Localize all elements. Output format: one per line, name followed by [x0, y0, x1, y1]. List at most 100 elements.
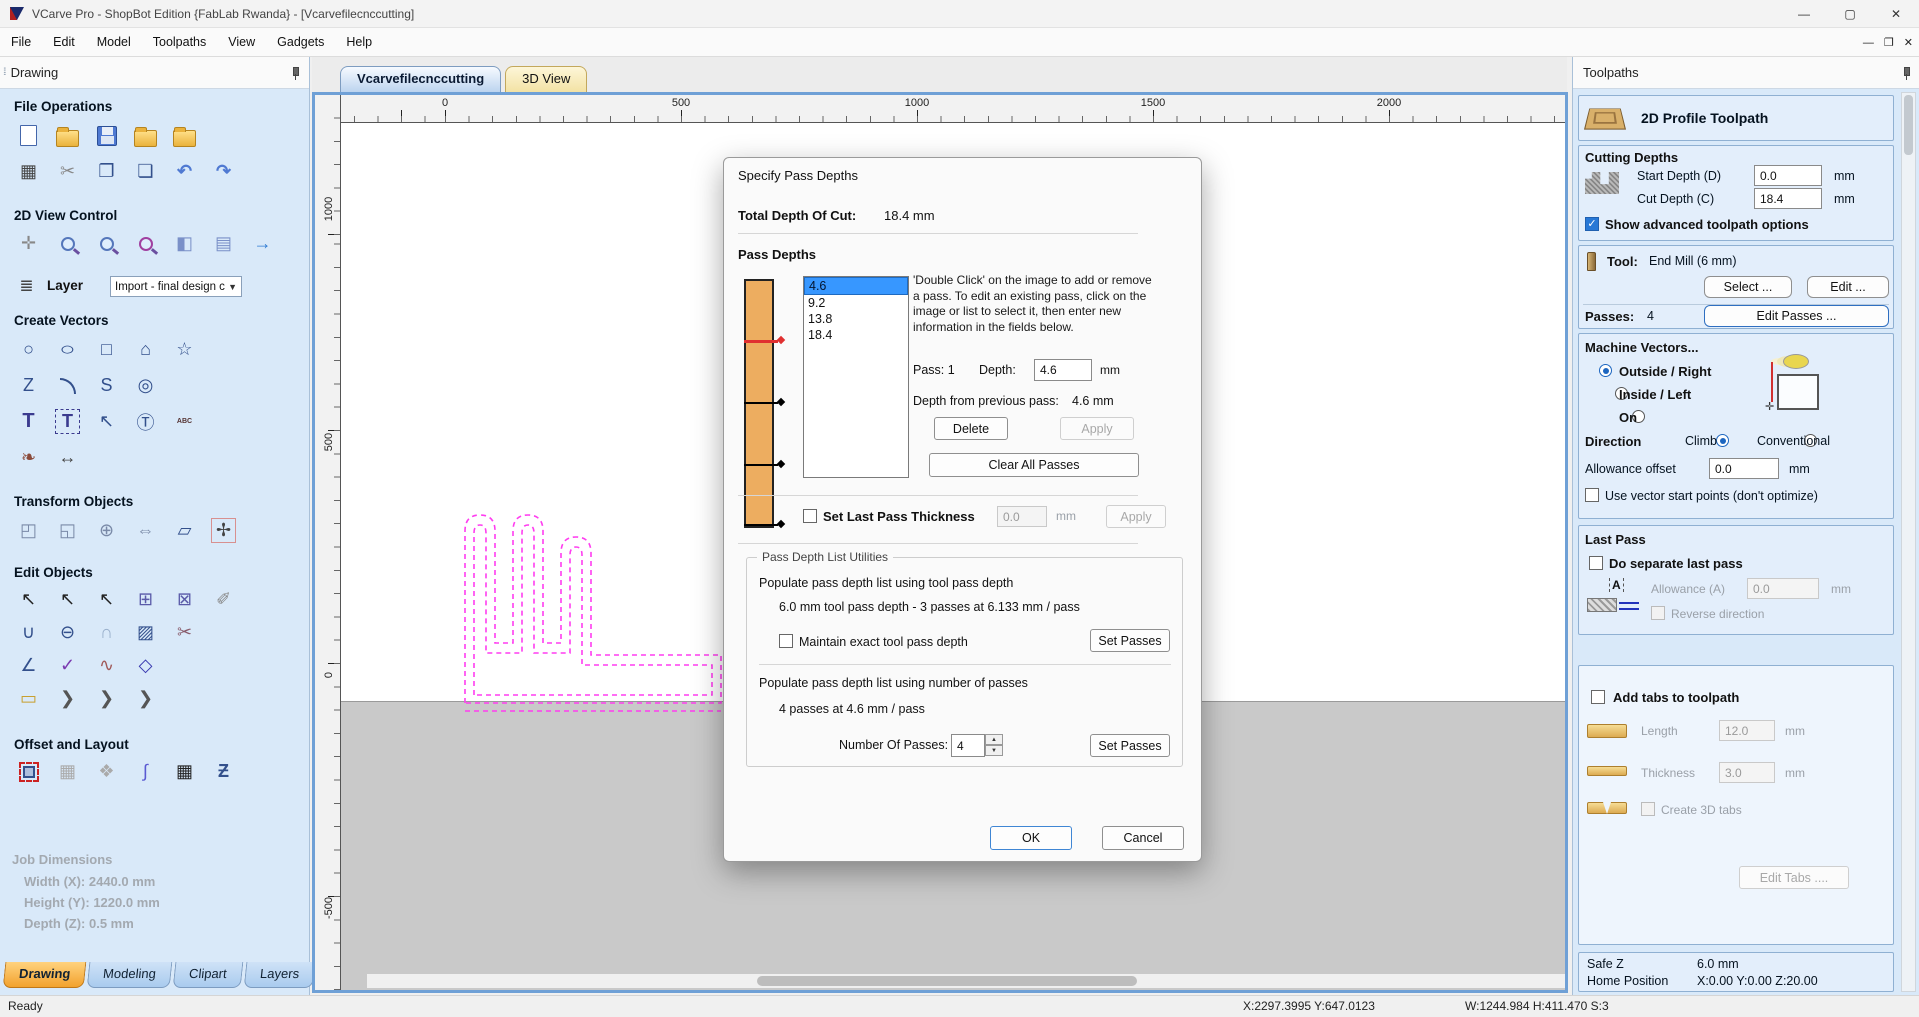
mdi-close-button[interactable]: ✕ — [1904, 36, 1913, 49]
pass-list-item[interactable]: 4.6 — [804, 277, 908, 295]
layer-dropdown[interactable]: Import - final design c ▼ — [110, 276, 242, 297]
draw-polyline-icon[interactable]: Z — [16, 373, 41, 398]
draw-star-icon[interactable]: ☆ — [172, 337, 197, 362]
fit-arc-icon[interactable]: ∠ — [16, 653, 41, 678]
toolpaths-pin-icon[interactable] — [1899, 66, 1913, 80]
climb-radio[interactable] — [1716, 434, 1730, 447]
job-setup-icon[interactable]: ▦ — [16, 159, 41, 184]
mdi-minimize-button[interactable]: — — [1863, 37, 1874, 49]
redo-icon[interactable]: ↷ — [211, 159, 236, 184]
edit-passes-button[interactable]: Edit Passes ... — [1704, 305, 1889, 327]
set-passes-tool-button[interactable]: Set Passes — [1090, 629, 1170, 652]
tab-modeling[interactable]: Modeling — [86, 962, 173, 988]
mdi-restore-button[interactable]: ❐ — [1884, 36, 1894, 49]
node-edit-tool-icon[interactable]: ↖ — [55, 587, 80, 612]
trace-bitmap-icon[interactable]: ❧ — [16, 445, 41, 470]
trim-vectors-icon[interactable]: ∩ — [94, 620, 119, 645]
add-tabs-checkbox[interactable] — [1591, 690, 1605, 704]
weld-vectors-icon[interactable]: ∪ — [16, 620, 41, 645]
cancel-button[interactable]: Cancel — [1102, 826, 1184, 850]
panel-drag-handle[interactable]: ⁞⁞ — [3, 67, 6, 78]
menu-help[interactable]: Help — [335, 28, 383, 57]
copy-along-path-icon[interactable]: ∫ — [133, 759, 158, 784]
reverse-direction-checkbox[interactable] — [1651, 606, 1665, 620]
horizontal-scrollbar[interactable] — [367, 974, 1565, 988]
group-objects-icon[interactable]: ⊞ — [133, 587, 158, 612]
menu-model[interactable]: Model — [86, 28, 142, 57]
move-to-center-icon[interactable]: ✢ — [211, 518, 236, 543]
tab-thickness-input[interactable]: 3.0 — [1719, 762, 1775, 783]
zoom-icon[interactable] — [55, 231, 80, 256]
interactive-move-icon[interactable]: ↖ — [94, 587, 119, 612]
circular-copy-icon[interactable]: ❖ — [94, 759, 119, 784]
set-last-pass-checkbox[interactable] — [803, 509, 817, 523]
pin-icon[interactable] — [288, 66, 302, 80]
fit-curve-icon[interactable]: ✓ — [55, 653, 80, 678]
distort-object-icon[interactable]: ▱ — [172, 518, 197, 543]
maintain-exact-checkbox[interactable] — [779, 634, 793, 648]
menu-file[interactable]: File — [0, 28, 42, 57]
create-text-icon[interactable]: T — [16, 409, 41, 434]
draw-curve-icon[interactable]: S — [94, 373, 119, 398]
subtract-vectors-icon[interactable]: ⊖ — [55, 620, 80, 645]
pass-depth-diagram[interactable] — [744, 279, 786, 529]
allowance-offset-input[interactable]: 0.0 — [1709, 458, 1779, 479]
join-vectors-icon[interactable]: ▭ — [16, 686, 41, 711]
clear-all-passes-button[interactable]: Clear All Passes — [929, 453, 1139, 477]
number-of-passes-stepper[interactable]: ▲ ▼ — [985, 734, 1003, 756]
toolpaths-scrollbar[interactable] — [1901, 92, 1916, 992]
menu-gadgets[interactable]: Gadgets — [266, 28, 335, 57]
multi-window-icon[interactable]: ▤ — [211, 231, 236, 256]
pass-list-item[interactable]: 13.8 — [804, 311, 908, 327]
minimize-button[interactable]: — — [1781, 0, 1827, 28]
paste-icon[interactable]: ❏ — [133, 159, 158, 184]
draw-rectangle-icon[interactable]: □ — [94, 337, 119, 362]
maximize-button[interactable]: ▢ — [1827, 0, 1873, 28]
pan-icon[interactable]: ✛ — [16, 231, 41, 256]
open-file-button[interactable] — [55, 123, 80, 148]
doc-tab-vcarvefile[interactable]: Vcarvefilecnccutting — [340, 66, 502, 92]
fill-region-icon[interactable]: ▨ — [133, 620, 158, 645]
last-pass-thickness-input[interactable]: 0.0 — [997, 506, 1047, 527]
stepper-down-icon[interactable]: ▼ — [985, 745, 1003, 756]
selected-vector-shape[interactable] — [453, 503, 743, 718]
menu-view[interactable]: View — [217, 28, 266, 57]
close-button[interactable]: ✕ — [1873, 0, 1919, 28]
menu-toolpaths[interactable]: Toolpaths — [142, 28, 218, 57]
set-size-icon[interactable]: ◱ — [55, 518, 80, 543]
smooth-curve-icon[interactable]: ∿ — [94, 653, 119, 678]
extend-vector-icon[interactable]: ❯ — [55, 686, 80, 711]
pass-list-item[interactable]: 18.4 — [804, 327, 908, 343]
horizontal-scrollbar-thumb[interactable] — [757, 976, 1137, 986]
advanced-options-checkbox[interactable]: ✓ — [1585, 217, 1599, 231]
create-3d-tabs-checkbox[interactable] — [1641, 802, 1655, 816]
tab-length-input[interactable]: 12.0 — [1719, 720, 1775, 741]
draw-circle-icon[interactable]: ○ — [16, 337, 41, 362]
pass-list-item[interactable]: 9.2 — [804, 295, 908, 311]
tab-clipart[interactable]: Clipart — [172, 962, 244, 988]
apply-button[interactable]: Apply — [1060, 417, 1134, 440]
tool-edit-button[interactable]: Edit ... — [1807, 276, 1889, 298]
tab-layers[interactable]: Layers — [243, 962, 316, 988]
edit-tabs-button[interactable]: Edit Tabs .... — [1739, 866, 1849, 889]
offset-vectors-icon[interactable] — [16, 759, 41, 784]
zigzag-icon[interactable]: Ƶ — [211, 759, 236, 784]
select-tool-icon[interactable]: ↖ — [16, 587, 41, 612]
array-copy-icon[interactable]: ▦ — [55, 759, 80, 784]
separate-last-pass-checkbox[interactable] — [1589, 556, 1603, 570]
text-on-curve-icon[interactable]: ABC — [172, 409, 197, 434]
pass-depth-list[interactable]: 4.6 9.2 13.8 18.4 — [803, 276, 909, 478]
zoom-box-icon[interactable] — [94, 231, 119, 256]
tab-drawing[interactable]: Drawing — [2, 962, 87, 988]
new-file-button[interactable] — [16, 123, 41, 148]
undo-icon[interactable]: ↶ — [172, 159, 197, 184]
cut-depth-input[interactable]: 18.4 — [1754, 188, 1822, 209]
import-vectors-button[interactable] — [133, 123, 158, 148]
set-passes-number-button[interactable]: Set Passes — [1090, 734, 1170, 757]
number-of-passes-input[interactable]: 4 — [951, 734, 985, 757]
toolpaths-scrollbar-thumb[interactable] — [1904, 95, 1913, 155]
doc-tab-3d-view[interactable]: 3D View — [505, 66, 588, 92]
previous-view-icon[interactable]: ◧ — [172, 231, 197, 256]
draw-ellipse-icon[interactable]: ○ — [55, 337, 80, 362]
draw-polygon-icon[interactable]: ⌂ — [133, 337, 158, 362]
